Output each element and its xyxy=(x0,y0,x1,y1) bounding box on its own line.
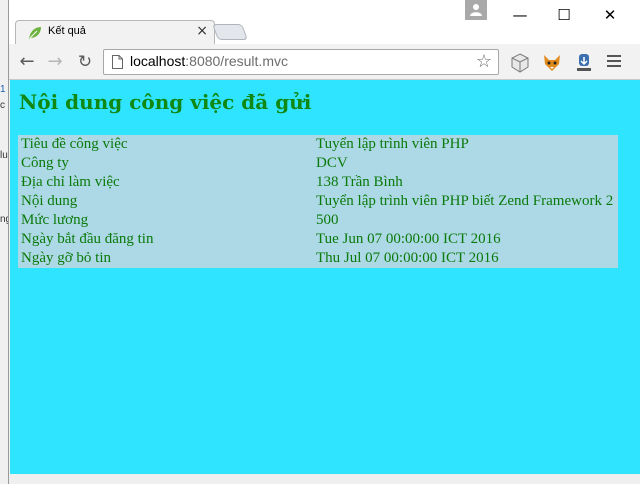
row-label: Nội dung xyxy=(21,193,78,209)
background-text-fragment: c xyxy=(0,100,5,111)
row-label: Ngày gỡ bỏ tin xyxy=(21,250,112,266)
row-label: Địa chỉ làm việc xyxy=(21,174,120,190)
window-bottom-border xyxy=(9,474,640,484)
title-bar: Kết quả × — ☐ ✕ xyxy=(9,0,640,44)
row-label: Tiêu đề công việc xyxy=(21,136,128,152)
address-bar[interactable]: localhost:8080/result.mvc ☆ xyxy=(103,49,499,75)
row-value: 500 xyxy=(316,212,339,228)
forward-arrow-icon[interactable]: → xyxy=(43,50,67,74)
page-icon xyxy=(112,55,123,69)
star-icon[interactable]: ☆ xyxy=(476,51,492,72)
table-row: Mức lương 500 xyxy=(18,211,618,230)
background-text-fragment: 1 xyxy=(0,84,6,95)
row-value: Thu Jul 07 00:00:00 ICT 2016 xyxy=(316,250,499,266)
row-value: 138 Trần Bình xyxy=(316,174,403,190)
row-label: Công ty xyxy=(21,155,69,171)
fox-extension-icon[interactable] xyxy=(541,52,563,74)
row-value: Tuyển lập trình viên PHP xyxy=(316,136,469,152)
reload-icon[interactable]: ↻ xyxy=(73,50,97,74)
table-row: Ngày gỡ bỏ tin Thu Jul 07 00:00:00 ICT 2… xyxy=(18,249,618,268)
maximize-button[interactable]: ☐ xyxy=(541,0,587,30)
background-text-fragment: lu xyxy=(0,150,8,161)
table-row: Tiêu đề công việc Tuyển lập trình viên P… xyxy=(18,135,618,154)
new-tab-button[interactable] xyxy=(212,24,248,40)
row-label: Ngày bắt đầu đăng tin xyxy=(21,231,154,247)
row-value: Tue Jun 07 00:00:00 ICT 2016 xyxy=(316,231,501,247)
table-row: Nội dung Tuyển lập trình viên PHP biết Z… xyxy=(18,192,618,211)
url-text[interactable]: localhost:8080/result.mvc xyxy=(130,53,288,69)
row-label: Mức lương xyxy=(21,212,89,228)
close-window-button[interactable]: ✕ xyxy=(587,0,633,30)
cube-extension-icon[interactable] xyxy=(509,52,531,74)
table-row: Công ty DCV xyxy=(18,154,618,173)
tab-title: Kết quả xyxy=(48,25,86,37)
profile-icon[interactable] xyxy=(465,0,487,20)
browser-tab[interactable]: Kết quả × xyxy=(15,20,215,44)
row-value: DCV xyxy=(316,155,348,171)
download-extension-icon[interactable] xyxy=(573,52,595,74)
table-row: Địa chỉ làm việc 138 Trần Bình xyxy=(18,173,618,192)
browser-toolbar: ← → ↻ localhost:8080/result.mvc ☆ xyxy=(9,44,640,80)
menu-icon[interactable] xyxy=(607,55,621,70)
row-value: Tuyển lập trình viên PHP biết Zend Frame… xyxy=(316,193,614,209)
leaf-icon xyxy=(29,27,41,39)
back-arrow-icon[interactable]: ← xyxy=(15,50,39,74)
page-content: Nội dung công việc đã gửi Tiêu đề công v… xyxy=(10,80,640,474)
close-tab-icon[interactable]: × xyxy=(196,24,208,38)
browser-window: Kết quả × — ☐ ✕ ← → ↻ localhost:8080/res… xyxy=(8,0,640,484)
job-info-table: Tiêu đề công việc Tuyển lập trình viên P… xyxy=(18,135,618,268)
minimize-button[interactable]: — xyxy=(497,0,543,30)
page-title: Nội dung công việc đã gửi xyxy=(19,90,312,114)
table-row: Ngày bắt đầu đăng tin Tue Jun 07 00:00:0… xyxy=(18,230,618,249)
